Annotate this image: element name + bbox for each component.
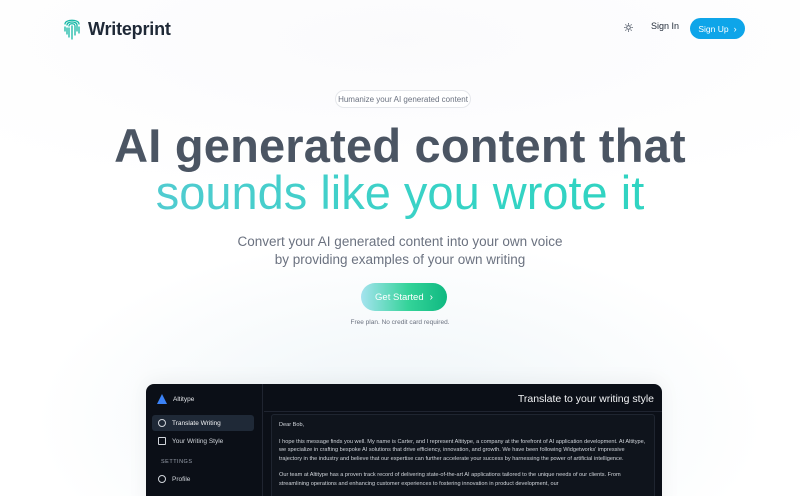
sun-icon — [623, 19, 633, 37]
edit-icon — [158, 437, 166, 445]
app-brand-name: Altitype — [173, 395, 195, 403]
sidebar-item-your-writing-style[interactable]: Your Writing Style — [152, 433, 254, 449]
top-header: Writeprint Sign In Sign Up › — [0, 0, 800, 58]
subtitle-line-1: Convert your AI generated content into y… — [237, 234, 563, 249]
app-page-title: Translate to your writing style — [517, 393, 654, 405]
sign-up-button[interactable]: Sign Up › — [690, 18, 745, 39]
app-preview: Altitype Translate Writing Your Writing … — [146, 384, 662, 496]
tagline-pill: Humanize your AI generated content — [335, 90, 471, 108]
chevron-right-icon: › — [733, 23, 737, 34]
letter-paragraph-1: I hope this message finds you well. My n… — [279, 438, 646, 462]
fingerprint-icon — [62, 15, 82, 43]
divider — [264, 411, 662, 412]
letter-text-area[interactable]: Dear Bob, I hope this message finds you … — [271, 414, 655, 496]
sidebar-item-label: Translate Writing — [172, 419, 221, 427]
get-started-label: Get Started — [375, 291, 424, 303]
plus-circle-icon — [158, 419, 166, 427]
user-icon — [158, 475, 166, 483]
logo[interactable]: Writeprint — [62, 14, 171, 44]
sign-in-link[interactable]: Sign In — [651, 21, 679, 31]
settings-section-label: SETTINGS — [161, 459, 193, 465]
sidebar-item-label: Your Writing Style — [172, 437, 224, 445]
letter-paragraph-2: Our team at Altitype has a proven track … — [279, 472, 621, 487]
app-brand[interactable]: Altitype — [157, 394, 194, 404]
subtitle-line-2: by providing examples of your own writin… — [274, 252, 526, 267]
get-started-button[interactable]: Get Started › — [361, 283, 447, 311]
hero-subtitle: Convert your AI generated content into y… — [0, 233, 800, 269]
sign-up-label: Sign Up — [698, 23, 729, 34]
app-sidebar: Altitype Translate Writing Your Writing … — [146, 384, 263, 496]
sidebar-item-label: Profile — [172, 475, 191, 483]
headline-line-2: sounds like you wrote it — [0, 165, 800, 221]
app-main-pane: Translate to your writing style Dear Bob… — [264, 384, 662, 496]
theme-toggle-button[interactable] — [620, 20, 636, 36]
chevron-right-icon: › — [429, 291, 433, 303]
sidebar-item-profile[interactable]: Profile — [152, 471, 254, 487]
free-plan-note: Free plan. No credit card required. — [350, 319, 450, 326]
letter-greeting: Dear Bob, — [279, 422, 305, 428]
sidebar-item-translate-writing[interactable]: Translate Writing — [152, 415, 254, 431]
altitype-logo-icon — [157, 394, 167, 404]
brand-name: Writeprint — [88, 18, 171, 39]
